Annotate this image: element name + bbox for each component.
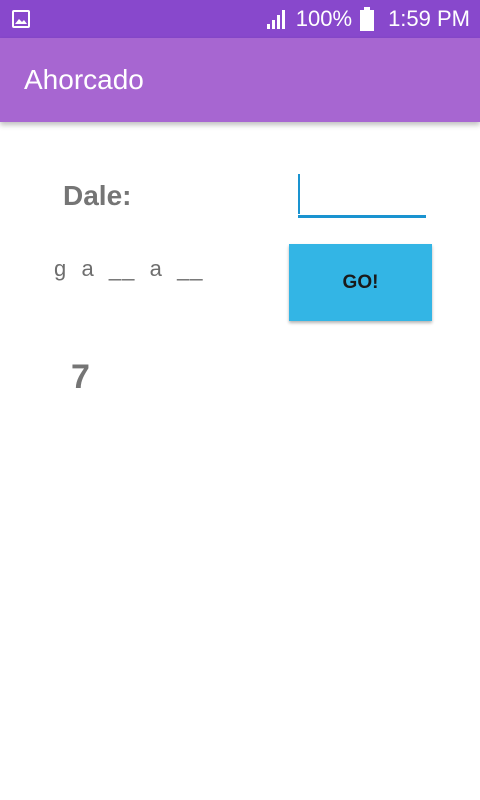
status-indicators: 100% 1:59 PM xyxy=(266,0,470,38)
text-cursor xyxy=(298,174,300,214)
status-time: 1:59 PM xyxy=(388,6,470,31)
game-content: Dale: g a __ a __ GO! 7 xyxy=(0,122,480,800)
app-bar: Ahorcado xyxy=(0,38,480,122)
go-button[interactable]: GO! xyxy=(289,244,432,321)
gallery-icon xyxy=(12,10,30,28)
status-bar: 100% 1:59 PM xyxy=(0,0,480,38)
letter-input[interactable] xyxy=(298,172,426,218)
battery-icon xyxy=(360,7,375,31)
signal-icon xyxy=(266,10,285,29)
app-title: Ahorcado xyxy=(24,64,144,95)
masked-word: g a __ a __ xyxy=(54,256,204,281)
battery-percentage: 100% xyxy=(295,6,353,31)
attempts-remaining: 7 xyxy=(71,358,90,396)
prompt-label: Dale: xyxy=(63,180,132,211)
